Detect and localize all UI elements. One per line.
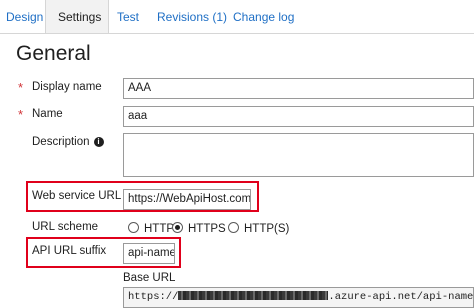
radio-http-s-circle[interactable] <box>228 222 239 233</box>
radio-http-label: HTTP <box>144 223 175 235</box>
display-name-label: Display name <box>32 81 102 93</box>
name-field[interactable]: aaa <box>123 106 474 127</box>
info-icon[interactable]: i <box>93 136 104 147</box>
tab-bar: Design Settings Test Revisions (1) Chang… <box>0 0 474 34</box>
api-url-suffix-field[interactable]: api-name <box>123 243 175 264</box>
tab-settings[interactable]: Settings <box>58 10 101 24</box>
api-url-suffix-label: API URL suffix <box>32 245 107 257</box>
radio-https-label: HTTPS <box>188 223 226 235</box>
section-title: General <box>16 42 91 65</box>
name-label: Name <box>32 108 63 120</box>
base-url-prefix: https:// <box>128 291 179 303</box>
required-marker: * <box>18 107 24 122</box>
description-label-text: Description <box>32 136 90 148</box>
tab-test[interactable]: Test <box>117 10 139 24</box>
description-label: Description i <box>32 136 104 148</box>
tab-design[interactable]: Design <box>6 10 43 24</box>
redacted-region <box>178 291 329 300</box>
display-name-field[interactable]: AAA <box>123 78 474 99</box>
base-url-suffix: .azure-api.net/api-name <box>328 291 474 303</box>
base-url-label: Base URL <box>123 272 176 284</box>
radio-http[interactable]: HTTP <box>128 222 174 235</box>
radio-https-circle[interactable] <box>172 222 183 233</box>
web-service-url-field[interactable]: https://WebApiHost.com/api <box>123 189 251 210</box>
web-service-url-label: Web service URL <box>32 190 122 202</box>
required-marker: * <box>18 80 24 95</box>
radio-http-circle[interactable] <box>128 222 139 233</box>
tab-change-log[interactable]: Change log <box>233 10 294 24</box>
description-field[interactable] <box>123 133 474 177</box>
radio-http-s[interactable]: HTTP(S) <box>228 222 289 235</box>
radio-https[interactable]: HTTPS <box>172 222 226 235</box>
base-url-field: https:// .azure-api.net/api-name <box>123 287 474 308</box>
url-scheme-label: URL scheme <box>32 221 99 233</box>
tab-revisions[interactable]: Revisions (1) <box>157 10 227 24</box>
radio-http-s-label: HTTP(S) <box>244 223 290 235</box>
